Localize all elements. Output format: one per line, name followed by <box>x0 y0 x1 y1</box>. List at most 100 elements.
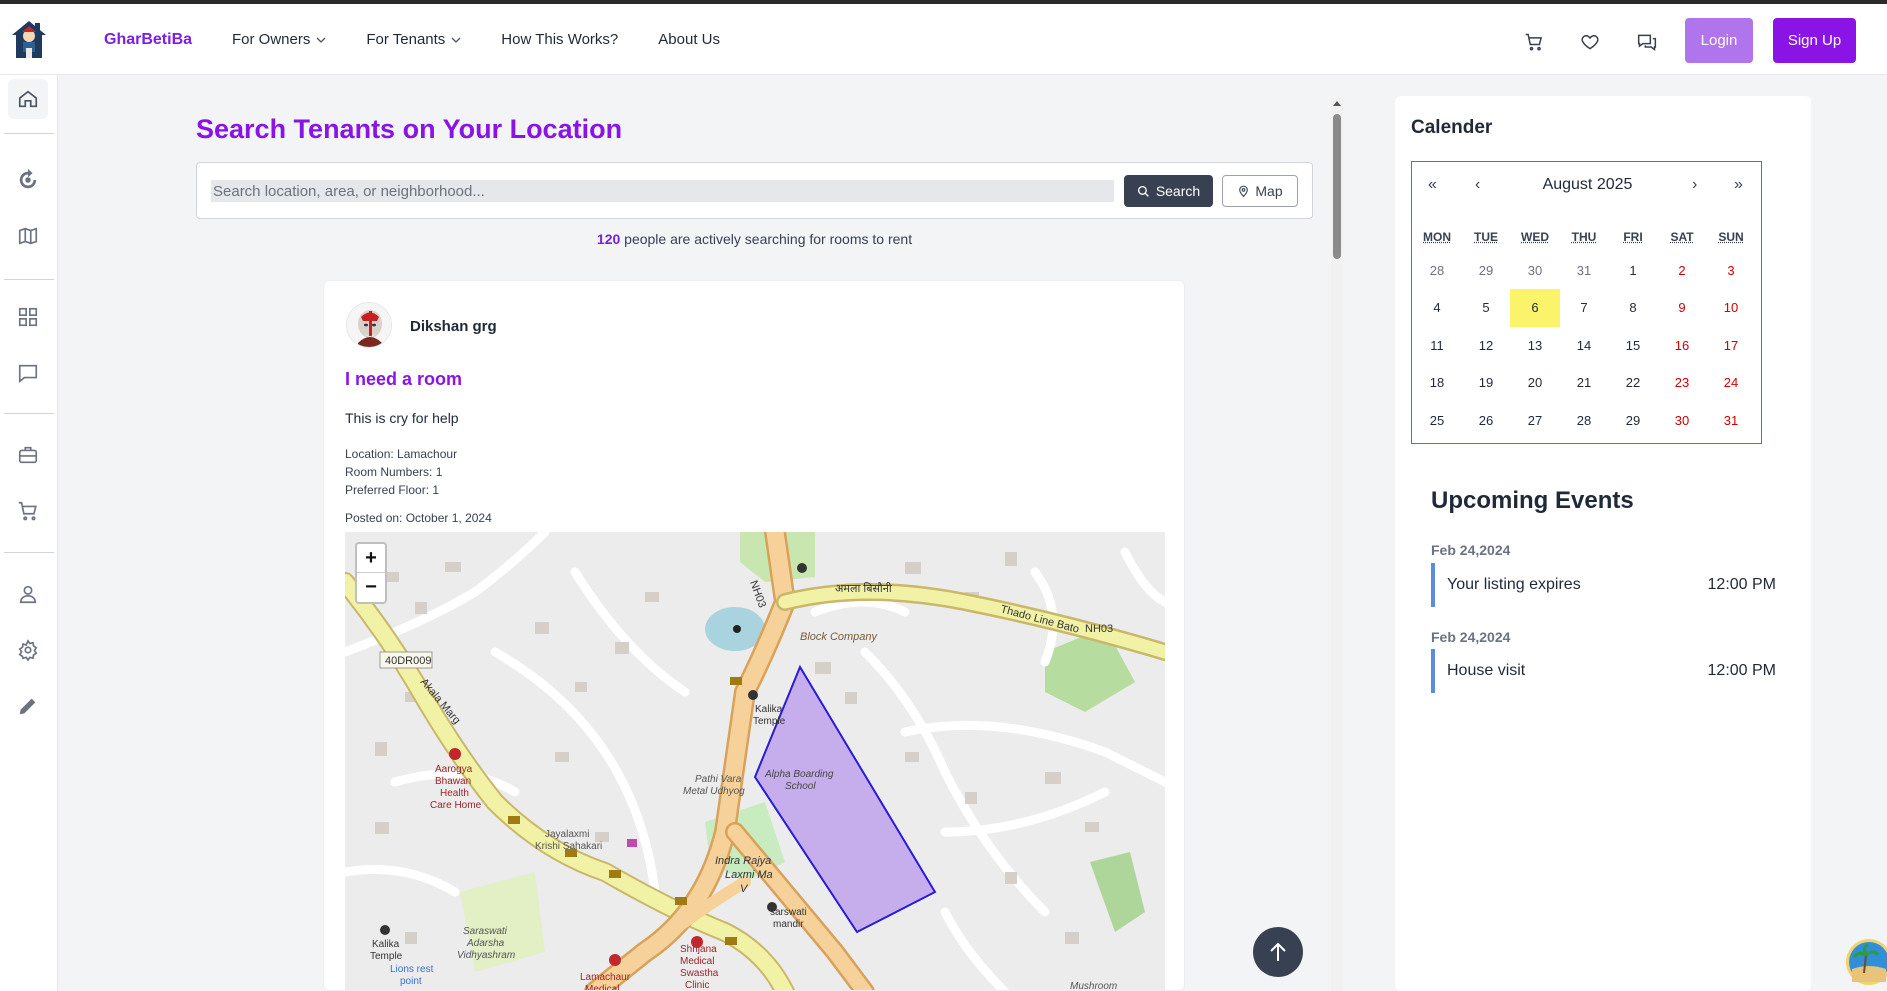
zoom-out-button[interactable]: − <box>357 573 385 602</box>
calendar-day[interactable]: 2 <box>1657 251 1707 289</box>
message-icon[interactable] <box>8 353 48 393</box>
map-label: Indra Rajya <box>715 855 771 867</box>
calendar-day[interactable]: 23 <box>1657 364 1707 402</box>
map-button[interactable]: Map <box>1222 175 1298 207</box>
map-label: Temple <box>370 951 403 962</box>
map-label: Swastha <box>680 968 719 979</box>
weekday-header: WED <box>1521 230 1549 244</box>
scroll-up-arrow[interactable] <box>1333 101 1341 106</box>
nav-label: For Tenants <box>366 31 446 48</box>
calendar-month-label[interactable]: August 2025 <box>1412 176 1763 194</box>
nav-for-tenants[interactable]: For Tenants <box>366 31 461 48</box>
calendar-day[interactable]: 15 <box>1608 326 1658 364</box>
map-label: Temple <box>753 716 786 727</box>
calendar-day[interactable]: 29 <box>1608 401 1658 439</box>
event-time: 12:00 PM <box>1707 662 1776 679</box>
calendar-day[interactable]: 31 <box>1706 401 1756 439</box>
nav-how-this-works[interactable]: How This Works? <box>501 31 618 48</box>
cart-icon[interactable] <box>1522 30 1546 54</box>
main-scrollbar[interactable] <box>1331 98 1343 991</box>
calendar-day[interactable]: 8 <box>1608 289 1658 327</box>
calendar-day[interactable]: 12 <box>1461 326 1511 364</box>
calendar-day[interactable]: 22 <box>1608 364 1658 402</box>
scrollbar-thumb[interactable] <box>1333 114 1341 259</box>
calendar-day[interactable]: 5 <box>1461 289 1511 327</box>
briefcase-icon[interactable] <box>8 435 48 475</box>
map-label: Metal Udhyog <box>683 786 745 797</box>
calendar-day[interactable]: 28 <box>1559 401 1609 439</box>
event-date: Feb 24,2024 <box>1431 542 1511 558</box>
dashboard-icon[interactable] <box>8 297 48 337</box>
search-button[interactable]: Search <box>1124 175 1213 207</box>
settings-icon[interactable] <box>8 630 48 670</box>
weekday-header: TUE <box>1474 230 1498 244</box>
calendar-day[interactable]: 30 <box>1510 251 1560 289</box>
nav-label: How This Works? <box>501 31 619 48</box>
calendar-day[interactable]: 3 <box>1706 251 1756 289</box>
calendar-day[interactable]: 19 <box>1461 364 1511 402</box>
zoom-in-button[interactable]: + <box>357 544 385 573</box>
calendar-day[interactable]: 17 <box>1706 326 1756 364</box>
calendar-day[interactable]: 7 <box>1559 289 1609 327</box>
signup-button[interactable]: Sign Up <box>1773 18 1856 63</box>
scroll-to-top-button[interactable] <box>1253 927 1303 977</box>
weekday-header: FRI <box>1623 230 1643 244</box>
calendar-day[interactable]: 16 <box>1657 326 1707 364</box>
home-icon[interactable] <box>8 79 48 119</box>
calendar-day[interactable]: 25 <box>1412 401 1462 439</box>
event-item[interactable]: Your listing expires 12:00 PM <box>1431 563 1776 607</box>
calendar-day[interactable]: 1 <box>1608 251 1658 289</box>
heart-icon[interactable] <box>1578 30 1602 54</box>
calendar-day[interactable]: 18 <box>1412 364 1462 402</box>
floating-help-badge[interactable] <box>1844 937 1887 987</box>
top-navbar: GharBetiBa For Owners For Tenants How Th… <box>0 4 1887 75</box>
calendar-day[interactable]: 20 <box>1510 364 1560 402</box>
calendar-day[interactable]: 4 <box>1412 289 1462 327</box>
post-title[interactable]: I need a room <box>345 369 462 390</box>
map-label: School <box>785 781 816 792</box>
site-logo[interactable] <box>0 4 57 75</box>
chat-icon[interactable] <box>1635 30 1659 54</box>
cart-icon[interactable] <box>8 491 48 531</box>
calendar-day[interactable]: 28 <box>1412 251 1462 289</box>
map-label: Health <box>440 788 469 799</box>
main-nav: For Owners For Tenants How This Works? A… <box>232 31 760 48</box>
weekday-header: MON <box>1423 230 1451 244</box>
map-label: Saraswati <box>463 926 508 937</box>
user-icon[interactable] <box>8 574 48 614</box>
post-rooms: Room Numbers: 1 <box>345 465 443 479</box>
calendar-day[interactable]: 6 <box>1510 288 1560 327</box>
next-year-button[interactable]: » <box>1734 176 1743 194</box>
map-tiles[interactable]: 40DR009 Akala Marg NH03 अमला बिसौनी Thad… <box>345 532 1165 991</box>
weekday-header: SAT <box>1670 230 1694 244</box>
brand-name[interactable]: GharBetiBa <box>104 31 192 49</box>
calendar-day[interactable]: 10 <box>1706 289 1756 327</box>
login-button[interactable]: Login <box>1685 18 1753 63</box>
calendar-day[interactable]: 24 <box>1706 364 1756 402</box>
calendar-day[interactable]: 26 <box>1461 401 1511 439</box>
calendar-day[interactable]: 11 <box>1412 326 1462 364</box>
search-icon <box>1137 185 1149 197</box>
edit-icon[interactable] <box>8 686 48 726</box>
map-label: Lions rest <box>390 964 434 975</box>
calendar-day[interactable]: 27 <box>1510 401 1560 439</box>
calendar-day[interactable]: 14 <box>1559 326 1609 364</box>
next-month-button[interactable]: › <box>1692 176 1697 194</box>
post-author[interactable]: Dikshan grg <box>410 318 497 335</box>
calendar-day[interactable]: 21 <box>1559 364 1609 402</box>
map-icon[interactable] <box>8 216 48 256</box>
refresh-icon[interactable] <box>8 160 48 200</box>
location-map[interactable]: 40DR009 Akala Marg NH03 अमला बिसौनी Thad… <box>345 532 1165 991</box>
calendar-day[interactable]: 13 <box>1510 326 1560 364</box>
calendar-day[interactable]: 29 <box>1461 251 1511 289</box>
calendar-day[interactable]: 30 <box>1657 401 1707 439</box>
nav-for-owners[interactable]: For Owners <box>232 31 326 48</box>
event-date: Feb 24,2024 <box>1431 629 1511 645</box>
calendar-day[interactable]: 9 <box>1657 289 1707 327</box>
calendar-day[interactable]: 31 <box>1559 251 1609 289</box>
active-searchers-label: people are actively searching for rooms … <box>624 231 913 247</box>
nav-about-us[interactable]: About Us <box>658 31 720 48</box>
search-input[interactable] <box>211 180 1114 202</box>
avatar[interactable] <box>346 302 392 348</box>
event-item[interactable]: House visit 12:00 PM <box>1431 649 1776 693</box>
